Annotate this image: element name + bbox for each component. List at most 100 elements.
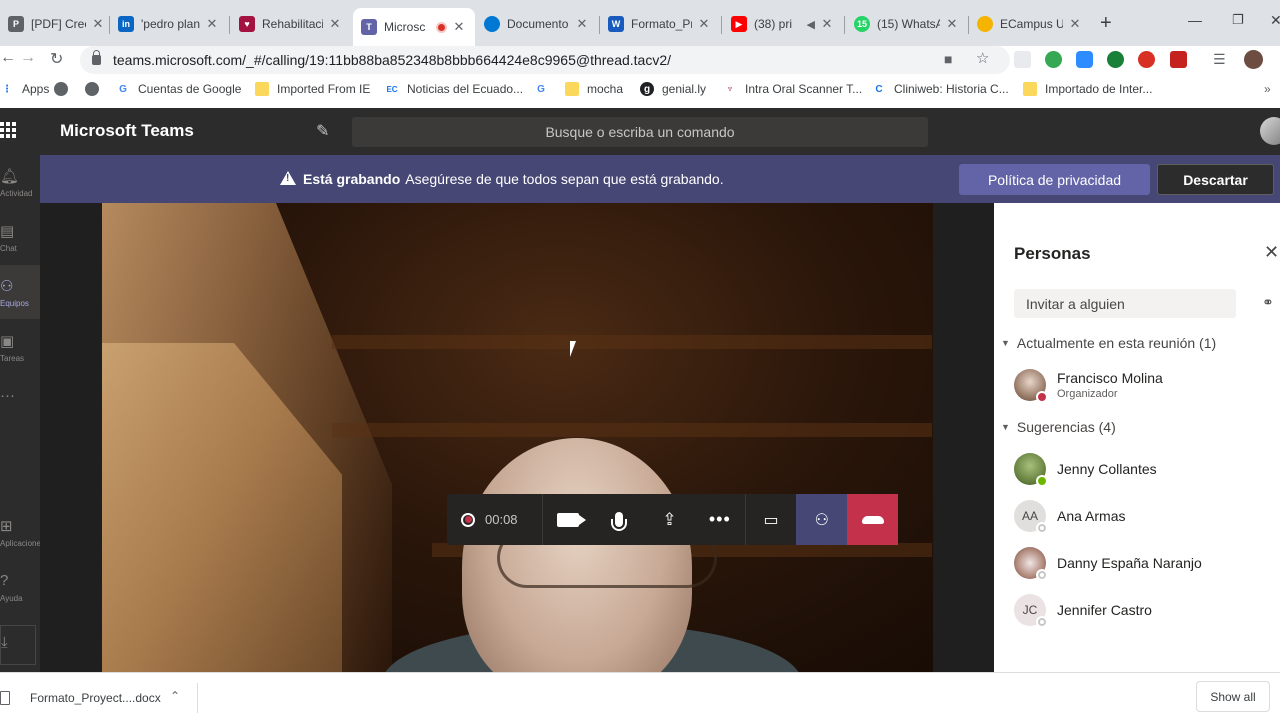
browser-tab-linkedin[interactable]: in 'pedro plan ✕	[110, 8, 228, 40]
bookmark-google-accounts[interactable]: G Cuentas de Google	[116, 82, 241, 96]
browser-tab-youtube[interactable]: ▶ (38) pri ◀ ✕	[723, 8, 843, 40]
profile-avatar[interactable]	[1244, 50, 1263, 69]
bookmark-imported-ie[interactable]: Imported From IE	[255, 82, 370, 96]
extension-zoom-icon[interactable]	[1076, 51, 1093, 68]
close-tab-icon[interactable]: ✕	[574, 16, 590, 32]
camera-in-use-icon[interactable]: ■	[944, 51, 952, 67]
share-link-icon[interactable]: ⚭	[1262, 294, 1274, 311]
close-tab-icon[interactable]: ✕	[204, 16, 220, 32]
close-tab-icon[interactable]: ✕	[944, 16, 960, 32]
rail-item-download[interactable]: ⤓	[0, 625, 36, 665]
lock-icon[interactable]	[92, 50, 101, 65]
bookmark-importado[interactable]: Importado de Inter...	[1023, 82, 1152, 96]
rail-item-help[interactable]: ? Ayuda	[0, 560, 40, 614]
rail-item-activity[interactable]: 🔔︎ Actividad	[0, 155, 40, 209]
tab-title: (38) pri	[754, 17, 793, 31]
bookmark-genially[interactable]: g genial.ly	[640, 82, 706, 96]
command-search-box[interactable]: Busque o escriba un comando	[352, 117, 928, 147]
bookmark-mocha[interactable]: mocha	[565, 82, 623, 96]
chevron-up-icon[interactable]: ⌃	[170, 689, 180, 703]
close-icon[interactable]: ✕	[1264, 242, 1279, 263]
extension-check-icon[interactable]	[1107, 51, 1124, 68]
share-screen-button[interactable]: ⇪	[644, 494, 695, 545]
close-tab-icon[interactable]: ✕	[327, 16, 343, 32]
camera-button[interactable]	[543, 494, 594, 545]
speaker-icon[interactable]: ◀	[807, 18, 815, 31]
section-suggestions[interactable]: ▼ Sugerencias (4)	[1001, 419, 1116, 435]
suggestion-ana[interactable]: AA Ana Armas	[1014, 499, 1274, 534]
whatsapp-icon: 15	[854, 16, 870, 32]
extension-lastpass-icon[interactable]	[1170, 51, 1187, 68]
suggestion-jennifer[interactable]: JC Jennifer Castro	[1014, 593, 1274, 628]
tab-title: (15) WhatsA	[877, 17, 940, 31]
bookmark-apps[interactable]: ⋮ Apps	[0, 82, 49, 96]
close-window-icon[interactable]: ✕	[1270, 12, 1280, 29]
suggestion-name: Danny España Naranjo	[1057, 555, 1202, 571]
forward-arrow-icon[interactable]: →	[20, 49, 36, 67]
rail-item-teams[interactable]: ⚇ Equipos	[0, 265, 40, 319]
suggestion-danny[interactable]: Danny España Naranjo	[1014, 546, 1274, 581]
chevron-down-icon: ▼	[1001, 422, 1010, 432]
more-actions-button[interactable]: •••	[695, 494, 746, 545]
extension-green-icon[interactable]	[1045, 51, 1062, 68]
show-all-button[interactable]: Show all	[1196, 681, 1270, 712]
minimize-icon[interactable]: —	[1188, 12, 1202, 28]
restore-icon[interactable]: ❐	[1232, 12, 1244, 28]
app-launcher-icon[interactable]	[0, 122, 16, 138]
extension-calendar-icon[interactable]	[1014, 51, 1031, 68]
privacy-policy-button[interactable]: Política de privacidad	[959, 164, 1150, 195]
back-arrow-icon[interactable]: ←	[0, 49, 16, 67]
news-icon: EC	[386, 84, 398, 94]
camera-icon	[557, 512, 586, 527]
bookmark-globe-2[interactable]	[85, 82, 107, 96]
browser-tab-onedrive[interactable]: Documento ✕	[476, 8, 598, 40]
browser-tab-rehab[interactable]: ♥ Rehabilitació ✕	[231, 8, 351, 40]
user-avatar[interactable]	[1260, 117, 1280, 145]
browser-tab-whatsapp[interactable]: 15 (15) WhatsA ✕	[846, 8, 968, 40]
download-shelf: Formato_Proyect....docx ⌃ Show all	[0, 672, 1280, 720]
extension-block-icon[interactable]	[1138, 51, 1155, 68]
show-participants-button[interactable]: ⚇	[796, 494, 848, 545]
rail-item-more[interactable]: ···	[0, 375, 40, 429]
rail-item-chat[interactable]: ▤ Chat	[0, 210, 40, 264]
suggestion-name: Ana Armas	[1057, 508, 1126, 524]
participant-francisco[interactable]: Francisco Molina Organizador	[1014, 368, 1274, 403]
close-tab-icon[interactable]: ✕	[696, 16, 712, 32]
bookmark-intraoral[interactable]: ♆ Intra Oral Scanner T...	[723, 82, 862, 96]
rail-item-tasks[interactable]: ▣ Tareas	[0, 320, 40, 374]
suggestion-jenny[interactable]: Jenny Collantes	[1014, 452, 1274, 487]
bookmark-google[interactable]: G	[534, 82, 556, 96]
more-bookmarks-icon[interactable]: »	[1264, 82, 1271, 96]
close-tab-icon[interactable]: ✕	[451, 19, 467, 35]
section-in-meeting[interactable]: ▼ Actualmente en esta reunión (1)	[1001, 335, 1216, 351]
new-tab-button[interactable]: +	[1100, 13, 1112, 33]
avatar-initials: JC	[1022, 603, 1038, 617]
close-tab-icon[interactable]: ✕	[1067, 16, 1083, 32]
participant-video[interactable]	[102, 203, 933, 672]
browser-tab-pdf[interactable]: P [PDF] Crecim ✕	[0, 8, 114, 40]
bookmark-noticias[interactable]: EC Noticias del Ecuado...	[385, 82, 523, 96]
browser-tab-ecampus[interactable]: ECampus U ✕	[969, 8, 1091, 40]
new-chat-icon[interactable]: ✎	[316, 121, 329, 141]
show-conversation-button[interactable]: ▭	[746, 494, 797, 545]
dismiss-button[interactable]: Descartar	[1157, 164, 1274, 195]
microphone-button[interactable]	[593, 494, 644, 545]
more-icon: •••	[708, 509, 731, 529]
close-tab-icon[interactable]: ✕	[819, 16, 835, 32]
status-busy-icon	[1036, 391, 1048, 403]
recording-status[interactable]: 00:08	[447, 494, 543, 545]
browser-tab-teams[interactable]: T Microsc ✕	[353, 8, 475, 46]
download-item[interactable]: Formato_Proyect....docx ⌃	[0, 683, 198, 713]
bookmark-star-icon[interactable]: ☆	[976, 49, 989, 67]
reload-icon[interactable]: ↻	[50, 49, 63, 69]
bookmark-cliniweb[interactable]: C Cliniweb: Historia C...	[872, 82, 1008, 96]
close-tab-icon[interactable]: ✕	[90, 16, 106, 32]
bookmark-globe-1[interactable]	[54, 82, 76, 96]
invite-input[interactable]: Invitar a alguien	[1014, 289, 1236, 318]
browser-tab-word[interactable]: W Formato_Pr ✕	[600, 8, 720, 40]
ecampus-icon	[977, 16, 993, 32]
hang-up-button[interactable]	[847, 494, 898, 545]
address-bar[interactable]: teams.microsoft.com/_#/calling/19:11bb88…	[80, 46, 1010, 74]
media-control-icon[interactable]: ☰	[1213, 51, 1226, 68]
rail-item-apps[interactable]: ⊞ Aplicaciones	[0, 505, 40, 559]
